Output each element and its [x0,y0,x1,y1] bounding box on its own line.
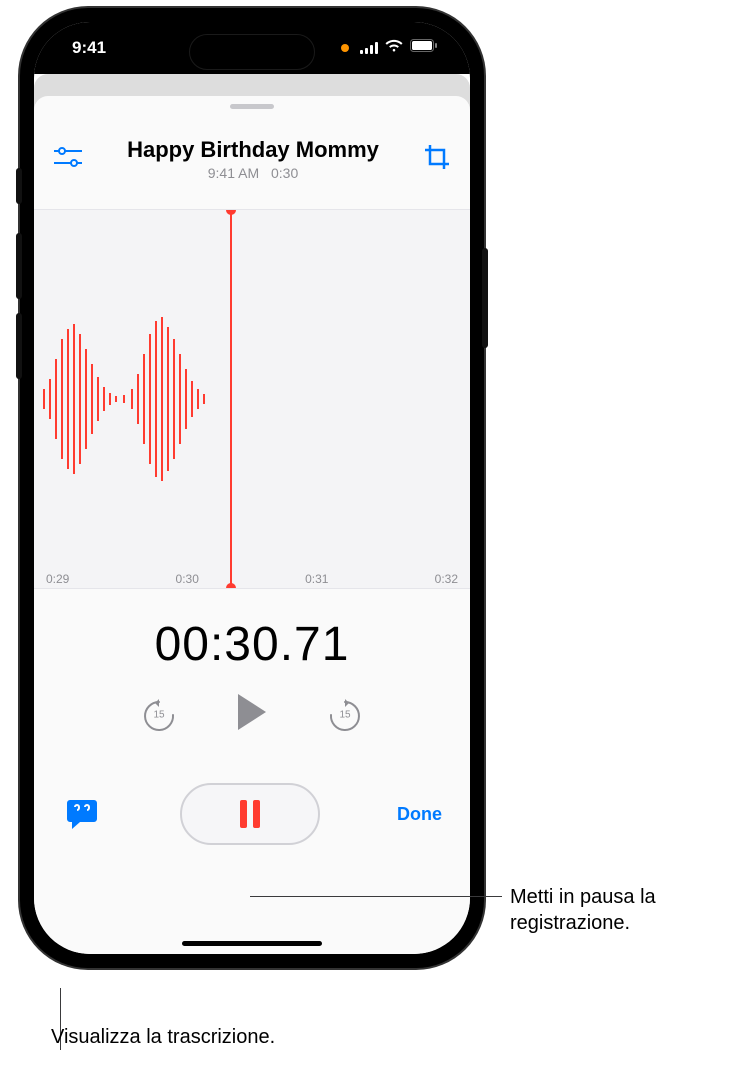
done-button[interactable]: Done [397,804,442,825]
skip-back-amount: 15 [153,709,164,720]
phone-frame: 9:41 [20,8,484,968]
waveform-area[interactable]: 0:29 0:30 0:31 0:32 [34,209,470,589]
side-button-power [482,248,488,348]
skip-forward-amount: 15 [339,709,350,720]
callout-text: Visualizza la trascrizione. [51,1024,275,1050]
side-button-silence [16,168,22,204]
callout-pause: Metti in pausa la registrazione. [250,884,656,936]
recording-time: 9:41 AM [208,165,259,181]
dynamic-island [189,34,315,70]
timeline-ticks: 0:29 0:30 0:31 0:32 [34,572,470,586]
settings-icon[interactable] [54,147,82,172]
bottom-controls: Done [34,783,470,845]
screen: 9:41 [34,22,470,954]
status-bar: 9:41 [34,22,470,74]
elapsed-timer: 00:30.71 [34,617,470,672]
callout-transcript: Visualizza la trascrizione. [60,976,275,1050]
title-block: Happy Birthday Mommy 9:41 AM 0:30 [82,137,424,181]
callout-text: Metti in pausa la registrazione. [510,884,656,936]
recording-duration: 0:30 [267,165,298,181]
waveform-icon [34,299,234,499]
tick-label: 0:31 [305,572,328,586]
cellular-signal-icon [360,42,378,54]
header-row: Happy Birthday Mommy 9:41 AM 0:30 [34,109,470,181]
trim-icon[interactable] [424,144,450,175]
skip-back-15-button[interactable]: 15 [139,695,179,735]
tick-label: 0:29 [46,572,69,586]
recording-title[interactable]: Happy Birthday Mommy [82,137,424,163]
status-time: 9:41 [72,38,106,58]
recording-sheet: Happy Birthday Mommy 9:41 AM 0:30 [34,96,470,954]
recording-subtitle: 9:41 AM 0:30 [82,165,424,181]
home-indicator[interactable] [182,941,322,946]
playhead-indicator[interactable] [230,210,232,588]
status-right [341,39,438,57]
side-button-vol-down [16,313,22,379]
recording-indicator-dot [341,44,349,52]
wifi-icon [385,39,403,57]
pause-recording-button[interactable] [180,783,320,845]
callout-line [250,896,502,897]
skip-forward-15-button[interactable]: 15 [325,695,365,735]
tick-label: 0:30 [176,572,199,586]
battery-icon [410,39,438,57]
play-button[interactable] [235,692,269,737]
transcript-button[interactable] [62,794,102,834]
side-button-vol-up [16,233,22,299]
playback-controls: 15 15 [34,692,470,737]
tick-label: 0:32 [435,572,458,586]
